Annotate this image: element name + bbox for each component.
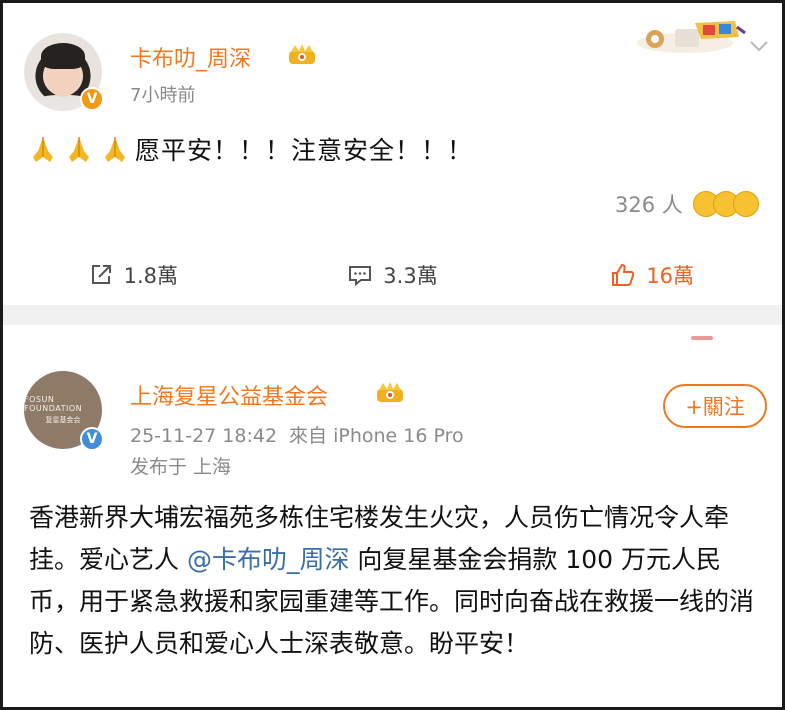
verified-badge-icon: V <box>80 87 104 111</box>
like-count: 16萬 <box>646 264 695 288</box>
thumbs-up-icon <box>612 263 635 286</box>
like-button[interactable]: 16萬 <box>522 253 782 297</box>
repost-count: 1.8萬 <box>123 264 179 288</box>
post-datetime: 25-11-27 18:42 <box>130 425 278 447</box>
post-text: 香港新界大埔宏福苑多栋住宅楼发生火灾，人员伤亡情况令人牵挂。爱心艺人 @卡布叻_… <box>29 497 769 665</box>
post-location: 发布于 上海 <box>130 456 232 478</box>
smile-emoji-icon <box>732 191 759 217</box>
post-source: 來自 iPhone 16 Pro <box>289 425 464 447</box>
avatar-logo-text: FOSUN FOUNDATION <box>24 395 83 413</box>
weibo-screenshot: V 卡布叻_周深 7小時前 愿平安！！！注意安全！！！ 326 人 1.8萬 3… <box>0 0 785 710</box>
action-bar: 1.8萬 3.3萬 16萬 <box>3 253 782 297</box>
reaction-summary[interactable]: 326 人 <box>615 189 759 219</box>
pray-emoji-icon <box>69 137 89 162</box>
comment-icon <box>349 266 372 287</box>
reaction-emoji-stack <box>692 191 759 217</box>
post-meta: 25-11-27 18:42 來自 iPhone 16 Pro <box>130 421 464 448</box>
verified-badge-icon: V <box>80 427 104 451</box>
pray-emoji-icon <box>33 137 53 162</box>
repost-icon <box>91 265 111 284</box>
comment-count: 3.3萬 <box>383 264 438 288</box>
author-name[interactable]: 上海复星公益基金会 <box>130 379 328 411</box>
avatar-logo-text-cn: 复星基金会 <box>45 416 81 424</box>
decoration-mark <box>691 336 713 340</box>
reaction-count: 326 人 <box>615 193 683 217</box>
pray-emoji-icon <box>105 137 125 162</box>
card-decoration-icon <box>637 21 746 53</box>
repost-button[interactable]: 1.8萬 <box>3 253 263 297</box>
follow-button[interactable]: +關注 <box>663 384 767 428</box>
mention-link[interactable]: @卡布叻_周深 <box>187 545 350 574</box>
member-crown-icon <box>289 44 315 64</box>
author-name[interactable]: 卡布叻_周深 <box>130 41 251 73</box>
post-text: 愿平安！！！注意安全！！！ <box>27 131 473 167</box>
post-text-body: 愿平安！！！注意安全！！！ <box>135 136 474 165</box>
post-1: V 卡布叻_周深 7小時前 愿平安！！！注意安全！！！ 326 人 1.8萬 3… <box>3 3 782 305</box>
chevron-down-icon[interactable] <box>749 39 769 53</box>
post-time: 7小時前 <box>130 85 196 106</box>
member-crown-icon <box>377 382 403 402</box>
comment-button[interactable]: 3.3萬 <box>263 253 523 297</box>
feed-divider <box>3 305 782 325</box>
